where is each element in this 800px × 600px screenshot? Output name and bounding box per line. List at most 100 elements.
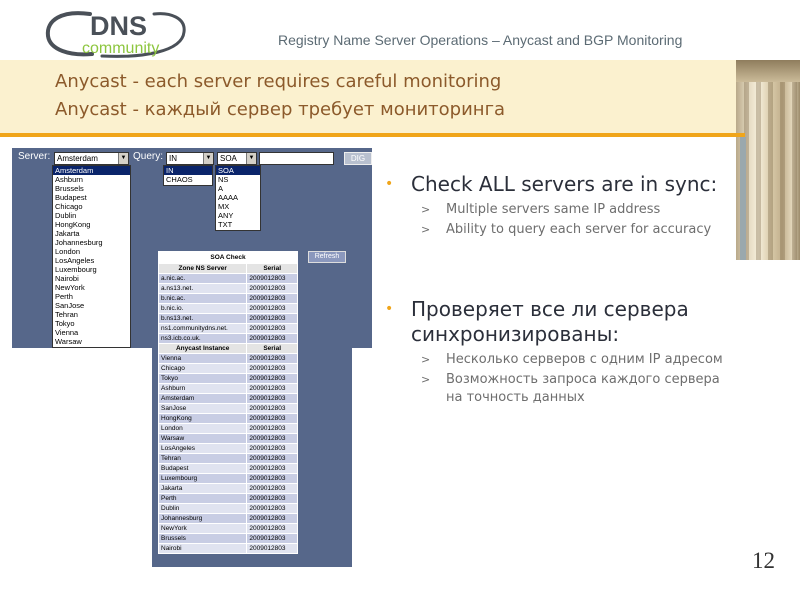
serial-cell: 2009012803: [246, 493, 298, 504]
serial-cell: 2009012803: [246, 303, 298, 314]
serial-cell: 2009012803: [246, 423, 298, 434]
logo-bottom-text: community: [82, 40, 159, 57]
dropdown-option[interactable]: Nairobi: [53, 274, 130, 283]
dropdown-option[interactable]: Chicago: [53, 202, 130, 211]
table-row: Vienna 2009012803: [157, 353, 298, 364]
server-name-cell: b.ns13.net.: [157, 313, 248, 324]
serial-cell: 2009012803: [246, 513, 298, 524]
table-row: Tokyo 2009012803: [157, 373, 298, 384]
server-name-cell: LosAngeles: [157, 443, 248, 454]
table-row: Johannesburg 2009012803: [157, 513, 298, 524]
server-name-cell: a.nic.ac.: [157, 273, 248, 284]
serial-cell: 2009012803: [246, 413, 298, 424]
dropdown-option[interactable]: Amsterdam: [53, 166, 130, 175]
chevron-right-icon: >: [421, 353, 431, 366]
server-name-cell: a.ns13.net.: [157, 283, 248, 294]
dropdown-option[interactable]: Vienna: [53, 328, 130, 337]
dropdown-option[interactable]: Budapest: [53, 193, 130, 202]
dropdown-option[interactable]: ANY: [216, 211, 260, 220]
type-dropdown-list[interactable]: SOA NS A AAAA MX ANY TXT: [215, 165, 261, 231]
bullet-main: • Проверяет все ли сервера синхронизирова…: [385, 297, 689, 346]
soa-check-panel: SOA Check Zone NS Server Serial a.nic.ac…: [152, 245, 352, 567]
query-input[interactable]: [259, 152, 334, 165]
dropdown-option[interactable]: MX: [216, 202, 260, 211]
dropdown-option[interactable]: Johannesburg: [53, 238, 130, 247]
server-name-cell: Vienna: [157, 353, 248, 364]
table-row: Jakarta 2009012803: [157, 483, 298, 494]
dropdown-option[interactable]: Tehran: [53, 310, 130, 319]
dropdown-option[interactable]: LosAngeles: [53, 256, 130, 265]
serial-cell: 2009012803: [246, 373, 298, 384]
dropdown-option[interactable]: Ashburn: [53, 175, 130, 184]
server-name-cell: Tokyo: [157, 373, 248, 384]
table-row: Amsterdam 2009012803: [157, 393, 298, 404]
table-row: Tehran 2009012803: [157, 453, 298, 464]
table-row: Warsaw 2009012803: [157, 433, 298, 444]
dropdown-option[interactable]: A: [216, 184, 260, 193]
server-dropdown-list[interactable]: Amsterdam Ashburn Brussels Budapest Chicago D…: [52, 165, 131, 348]
dig-button[interactable]: DIG: [344, 152, 372, 165]
table-row: ns1.communitydns.net. 2009012803: [157, 323, 298, 334]
dropdown-option[interactable]: Perth: [53, 292, 130, 301]
slide-title-english: Anycast - each server requires careful m…: [55, 71, 502, 92]
serial-cell: 2009012803: [246, 323, 298, 334]
table-row: a.ns13.net. 2009012803: [157, 283, 298, 294]
server-name-cell: Perth: [157, 493, 248, 504]
dropdown-option[interactable]: TXT: [216, 220, 260, 229]
server-name-cell: Warsaw: [157, 433, 248, 444]
table-row: b.ns13.net. 2009012803: [157, 313, 298, 324]
dropdown-option[interactable]: HongKong: [53, 220, 130, 229]
class-select[interactable]: IN ▼: [166, 152, 214, 165]
soa-check-caption: SOA Check: [158, 251, 298, 264]
server-name-cell: SanJose: [157, 403, 248, 414]
dropdown-option[interactable]: London: [53, 247, 130, 256]
serial-cell: 2009012803: [246, 433, 298, 444]
bullet-group: • Check ALL servers are in sync: > Multiple…: [385, 172, 735, 239]
slide-title-russian: Anycast - каждый сервер требует монитори…: [55, 99, 506, 120]
server-select[interactable]: Amsterdam ▼: [54, 152, 129, 165]
dropdown-option[interactable]: Brussels: [53, 184, 130, 193]
serial-cell: 2009012803: [246, 313, 298, 324]
table-row: Perth 2009012803: [157, 493, 298, 504]
table-row: Chicago 2009012803: [157, 363, 298, 374]
table-row: a.nic.ac. 2009012803: [157, 273, 298, 284]
dropdown-option[interactable]: SOA: [216, 166, 260, 175]
dropdown-option[interactable]: Jakarta: [53, 229, 130, 238]
chevron-down-icon: ▼: [246, 153, 256, 164]
refresh-button[interactable]: Refresh: [308, 251, 346, 263]
table-row: LosAngeles 2009012803: [157, 443, 298, 454]
server-name-cell: Budapest: [157, 463, 248, 474]
server-name-cell: London: [157, 423, 248, 434]
bullet-sub: > Возможность запроса каждого сервера на …: [421, 372, 720, 405]
dropdown-option[interactable]: SanJose: [53, 301, 130, 310]
dropdown-option[interactable]: IN: [164, 166, 212, 175]
bullet-icon: •: [385, 301, 394, 317]
page-number: 12: [752, 548, 775, 573]
bullet-list: • Check ALL servers are in sync: > Multiple…: [385, 172, 735, 407]
chevron-right-icon: >: [421, 203, 431, 216]
serial-cell: 2009012803: [246, 403, 298, 414]
dropdown-option[interactable]: Dublin: [53, 211, 130, 220]
dropdown-option[interactable]: NewYork: [53, 283, 130, 292]
server-name-cell: b.nic.io.: [157, 303, 248, 314]
dropdown-option[interactable]: Luxembourg: [53, 265, 130, 274]
table-row: SanJose 2009012803: [157, 403, 298, 414]
dropdown-option[interactable]: CHAOS: [164, 175, 212, 184]
serial-cell: 2009012803: [246, 393, 298, 404]
class-dropdown-list[interactable]: IN CHAOS: [163, 165, 213, 186]
dropdown-option[interactable]: Warsaw: [53, 337, 130, 346]
dropdown-option[interactable]: AAAA: [216, 193, 260, 202]
type-select[interactable]: SOA ▼: [217, 152, 257, 165]
chevron-right-icon: >: [421, 373, 431, 386]
server-label: Server:: [18, 151, 51, 162]
table-row: Brussels 2009012803: [157, 533, 298, 544]
dropdown-option[interactable]: Tokyo: [53, 319, 130, 328]
serial-cell: 2009012803: [246, 483, 298, 494]
server-name-cell: Luxembourg: [157, 473, 248, 484]
serial-cell: 2009012803: [246, 443, 298, 454]
table-row: ns3.icb.co.uk. 2009012803: [157, 333, 298, 344]
dropdown-option[interactable]: NS: [216, 175, 260, 184]
table-row: b.nic.ac. 2009012803: [157, 293, 298, 304]
bullet-sub: > Ability to query each server for accura…: [421, 222, 712, 237]
table-row: Dublin 2009012803: [157, 503, 298, 514]
